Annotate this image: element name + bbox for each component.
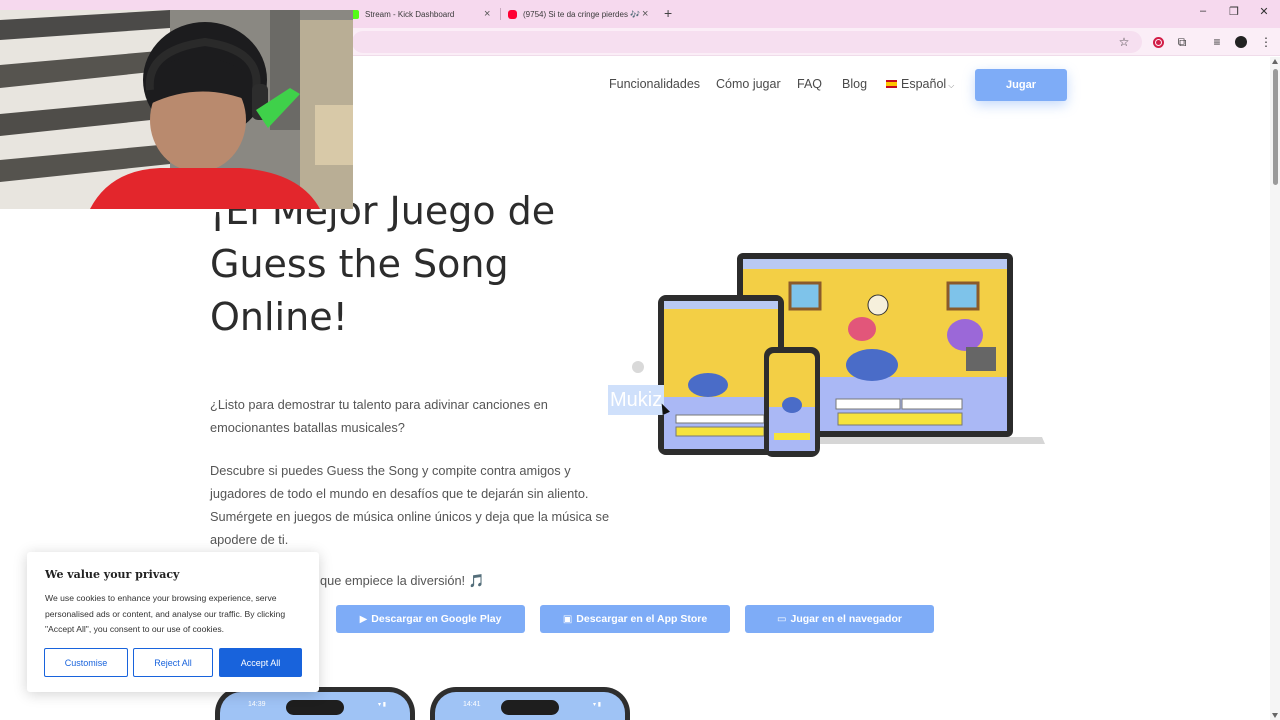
google-play-label: Descargar en Google Play [371, 613, 502, 625]
cookie-title: We value your privacy [45, 568, 180, 581]
tab-separator [500, 8, 501, 20]
accept-all-button[interactable]: Accept All [219, 648, 302, 677]
tab-title: (9754) Si te da cringe pierdes 🎶 [523, 9, 641, 19]
play-button[interactable]: Jugar [975, 69, 1067, 101]
menu-icon[interactable]: ⋮ [1258, 34, 1274, 50]
hero-paragraph-2: Descubre si puedes Guess the Song y comp… [210, 463, 610, 547]
address-bar[interactable] [352, 31, 1142, 53]
nav-faq[interactable]: FAQ [797, 77, 822, 91]
monitor-icon: ▭ [777, 613, 787, 625]
nav-blog[interactable]: Blog [842, 77, 867, 91]
language-label: Español [901, 77, 947, 91]
tab-title: Stream - Kick Dashboard [365, 9, 455, 19]
phone-mockup: 14:41 ▾ ▮ [430, 687, 630, 720]
decorative-dot [632, 361, 644, 373]
profile-icon[interactable] [1233, 34, 1249, 50]
app-store-button[interactable]: ▣ Descargar en el App Store [540, 605, 730, 633]
browser-play-button[interactable]: ▭ Jugar en el navegador [745, 605, 934, 633]
hero-paragraph-3: que empiece la diversión! 🎵 [320, 569, 520, 592]
browser-window: Stream - Kick Dashboard × (9754) Si te d… [0, 0, 1280, 720]
app-store-label: Descargar en el App Store [576, 613, 708, 625]
restore-button[interactable]: ❐ [1224, 5, 1244, 18]
tab-youtube[interactable]: (9754) Si te da cringe pierdes 🎶 × [508, 4, 656, 24]
language-selector[interactable]: Español ⌵ [886, 77, 954, 91]
close-tab-icon[interactable]: × [484, 8, 490, 20]
dynamic-island [286, 700, 344, 715]
google-play-icon: ▶ [359, 613, 368, 625]
selected-text: Mukiz [608, 385, 665, 415]
music-note-icon: 🎵 [468, 573, 485, 588]
spain-flag-icon [886, 80, 897, 88]
media-icon[interactable]: ≡ [1209, 34, 1225, 50]
reject-all-button[interactable]: Reject All [133, 648, 213, 677]
cookie-banner: We value your privacy We use cookies to … [27, 552, 319, 692]
close-window-button[interactable]: ✕ [1254, 5, 1274, 18]
chevron-down-icon: ⌵ [948, 81, 955, 90]
page-scrollbar[interactable] [1270, 57, 1280, 720]
browser-play-label: Jugar en el navegador [790, 613, 902, 625]
webcam-overlay [0, 10, 353, 209]
dynamic-island [501, 700, 559, 715]
minimize-button[interactable]: – [1193, 5, 1213, 17]
new-tab-button[interactable]: + [664, 5, 672, 21]
star-icon[interactable]: ☆ [1116, 34, 1132, 50]
scroll-down-arrow-icon[interactable] [1272, 713, 1278, 718]
youtube-icon [508, 9, 517, 19]
customise-button[interactable]: Customise [44, 648, 128, 677]
extensions-icon[interactable]: ⧉ [1174, 34, 1190, 50]
tab-kick-dashboard[interactable]: Stream - Kick Dashboard × [350, 4, 495, 24]
cookie-text: We use cookies to enhance your browsing … [45, 593, 286, 635]
close-tab-icon[interactable]: × [642, 8, 648, 20]
scroll-up-arrow-icon[interactable] [1272, 59, 1278, 64]
hero-paragraph-3-text: que empiece la diversión! [320, 573, 466, 588]
phone-time: 14:39 [248, 701, 266, 708]
devices-illustration [658, 253, 1045, 457]
record-icon[interactable] [1150, 34, 1166, 50]
app-store-icon: ▣ [562, 613, 573, 625]
phone-time: 14:41 [463, 701, 481, 708]
phone-status-icons: ▾ ▮ [593, 702, 601, 708]
hero-paragraph-1: ¿Listo para demostrar tu talento para ad… [210, 397, 548, 435]
phone-status-icons: ▾ ▮ [378, 702, 386, 708]
nav-funcionalidades[interactable]: Funcionalidades [609, 77, 700, 91]
nav-como-jugar[interactable]: Cómo jugar [716, 77, 781, 91]
google-play-button[interactable]: ▶ Descargar en Google Play [336, 605, 525, 633]
scroll-thumb[interactable] [1273, 69, 1278, 185]
